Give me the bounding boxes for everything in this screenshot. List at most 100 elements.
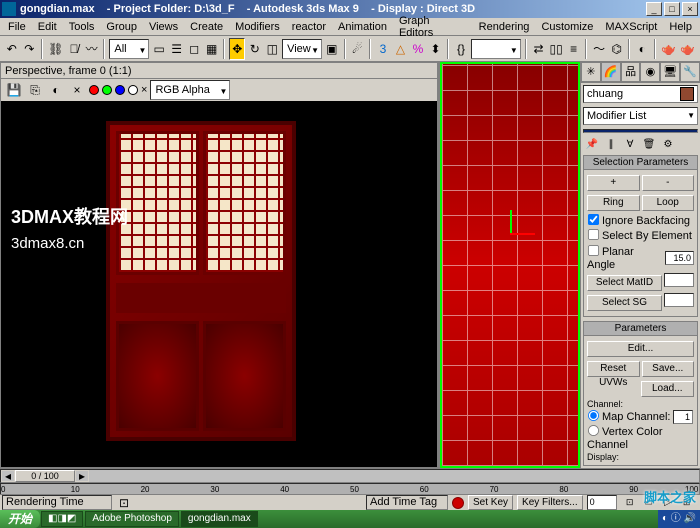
vertex-color-radio[interactable]: Vertex Color Channel: [587, 426, 663, 451]
mono-channel-icon[interactable]: [128, 85, 138, 95]
motion-tab[interactable]: ◉: [640, 62, 660, 82]
percent-snap-button[interactable]: %: [410, 38, 426, 60]
time-slider[interactable]: ◂ 0 / 100 ▸: [0, 469, 700, 483]
bulb-icon[interactable]: [586, 132, 594, 133]
scale-button[interactable]: ◫: [265, 38, 281, 60]
material-editor-button[interactable]: ◐: [634, 38, 650, 60]
reset-uvws-button[interactable]: Reset UVWs: [587, 361, 640, 377]
modifier-list-combo[interactable]: Modifier List: [583, 107, 698, 125]
menu-reactor[interactable]: reactor: [286, 21, 332, 33]
align-button[interactable]: ▯▯: [548, 38, 564, 60]
menu-animation[interactable]: Animation: [332, 21, 393, 33]
menu-modifiers[interactable]: Modifiers: [229, 21, 286, 33]
set-key-button[interactable]: Set Key: [468, 495, 513, 510]
select-button[interactable]: ▭: [151, 38, 167, 60]
rotate-button[interactable]: ↻: [247, 38, 263, 60]
use-pivot-button[interactable]: ▣: [324, 38, 340, 60]
create-tab[interactable]: ✳: [581, 62, 601, 82]
remove-mod-button[interactable]: 🗑: [640, 135, 658, 153]
zoom-extents-button[interactable]: ⊡: [621, 495, 639, 511]
configure-sets-button[interactable]: ⚙: [659, 135, 677, 153]
move-button[interactable]: ✥: [229, 38, 245, 60]
current-frame-field[interactable]: 0: [587, 495, 617, 510]
menu-help[interactable]: Help: [663, 21, 698, 33]
make-unique-button[interactable]: ∀: [621, 135, 639, 153]
move-gizmo[interactable]: [505, 210, 535, 240]
prev-frame-button[interactable]: ◂: [1, 470, 15, 482]
named-sel-combo[interactable]: [471, 39, 521, 59]
blue-channel-icon[interactable]: [115, 85, 125, 95]
ignore-backfacing-checkbox[interactable]: Ignore Backfacing: [587, 213, 694, 228]
menu-rendering[interactable]: Rendering: [473, 21, 536, 33]
loop-button[interactable]: Loop: [642, 195, 695, 211]
selection-filter-combo[interactable]: All: [109, 39, 149, 59]
maximize-button[interactable]: □: [664, 2, 680, 16]
curve-editor-button[interactable]: 〜: [591, 38, 607, 60]
start-button[interactable]: 开始: [0, 510, 40, 528]
select-by-element-checkbox[interactable]: Select By Element: [587, 228, 694, 243]
modifier-stack[interactable]: Unwrap UVW UVW Mapping Editable Mesh Ver…: [583, 129, 698, 133]
render-scene-button[interactable]: 🫖: [660, 38, 677, 60]
minimize-button[interactable]: _: [646, 2, 662, 16]
load-uvws-button[interactable]: Load...: [641, 381, 695, 397]
clear-icon[interactable]: ×: [141, 84, 147, 96]
menu-grapheditors[interactable]: Graph Editors: [393, 15, 473, 39]
select-sg-button[interactable]: Select SG: [587, 295, 662, 311]
time-slider-thumb[interactable]: 0 / 100: [15, 470, 75, 482]
next-frame-button[interactable]: ▸: [75, 470, 89, 482]
window-crossing-button[interactable]: ▦: [204, 38, 220, 60]
taskbar-photoshop[interactable]: Adobe Photoshop: [85, 511, 179, 527]
key-filters-button[interactable]: Key Filters...: [517, 495, 583, 510]
matid-spinner[interactable]: [664, 273, 694, 287]
schematic-view-button[interactable]: ⌬: [609, 38, 625, 60]
menu-tools[interactable]: Tools: [63, 21, 101, 33]
pin-stack-button[interactable]: 📌: [583, 135, 601, 153]
object-name-field[interactable]: [583, 85, 698, 103]
map-channel-radio[interactable]: Map Channel:: [587, 411, 671, 423]
taskbar-quicklaunch[interactable]: ◧◨◩: [41, 511, 83, 527]
menu-file[interactable]: File: [2, 21, 32, 33]
taskbar-3dsmax[interactable]: gongdian.max: [181, 511, 258, 527]
gizmo-y-axis[interactable]: [510, 210, 512, 235]
ref-coord-combo[interactable]: View: [282, 39, 322, 59]
gizmo-x-axis[interactable]: [510, 233, 535, 235]
quick-render-button[interactable]: 🫖: [679, 38, 696, 60]
menu-customize[interactable]: Customize: [535, 21, 599, 33]
clear-button[interactable]: ×: [68, 81, 86, 99]
named-sel-sets-button[interactable]: {}: [453, 38, 469, 60]
hierarchy-tab[interactable]: 品: [621, 62, 641, 82]
map-channel-spinner[interactable]: 1: [673, 410, 693, 424]
menu-edit[interactable]: Edit: [32, 21, 63, 33]
planar-angle-spinner[interactable]: 15.0: [665, 251, 694, 265]
minus-button[interactable]: -: [642, 175, 695, 191]
edit-button[interactable]: Edit...: [587, 341, 694, 357]
close-button[interactable]: ×: [682, 2, 698, 16]
mirror-button[interactable]: ⇄: [531, 38, 547, 60]
select-matid-button[interactable]: Select MatID: [587, 275, 662, 291]
layers-button[interactable]: ≡: [566, 38, 582, 60]
rollout-header[interactable]: Selection Parameters: [584, 156, 697, 170]
select-region-button[interactable]: ◻: [186, 38, 202, 60]
relative-toggle[interactable]: ⊡: [116, 495, 132, 510]
plus-button[interactable]: +: [587, 175, 640, 191]
stack-unwrap-uvw[interactable]: Unwrap UVW: [584, 130, 697, 133]
manipulate-button[interactable]: ☄: [350, 38, 366, 60]
ring-button[interactable]: Ring: [587, 195, 640, 211]
display-tab[interactable]: 🖥: [660, 62, 680, 82]
green-channel-icon[interactable]: [102, 85, 112, 95]
time-tag-field[interactable]: Add Time Tag: [366, 495, 448, 510]
bind-spacewarp-button[interactable]: 〰: [84, 38, 100, 60]
angle-snap-button[interactable]: △: [393, 38, 409, 60]
menu-maxscript[interactable]: MAXScript: [599, 21, 663, 33]
clone-button[interactable]: ⎘: [26, 81, 44, 99]
sg-spinner[interactable]: [664, 293, 694, 307]
unlink-button[interactable]: ⛓̸: [66, 38, 82, 60]
utilities-tab[interactable]: 🔧: [680, 62, 700, 82]
red-channel-icon[interactable]: [89, 85, 99, 95]
channel-combo[interactable]: RGB Alpha: [150, 80, 230, 100]
object-name-input[interactable]: [587, 88, 677, 100]
spinner-snap-button[interactable]: ⬍: [428, 38, 444, 60]
modify-tab[interactable]: 🌈: [601, 62, 621, 82]
menu-views[interactable]: Views: [143, 21, 184, 33]
undo-button[interactable]: ↶: [4, 38, 20, 60]
